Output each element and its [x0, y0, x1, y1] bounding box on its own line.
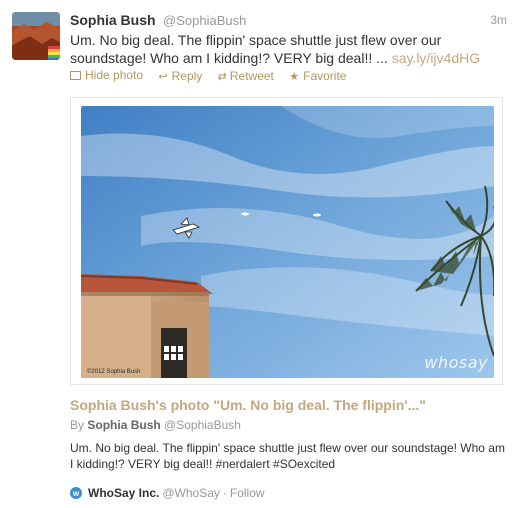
hide-photo-label: Hide photo	[85, 68, 144, 82]
display-name[interactable]: Sophia Bush	[70, 12, 156, 28]
card-author-name[interactable]: Sophia Bush	[87, 418, 160, 432]
reply-button[interactable]: ↩ Reply	[158, 69, 202, 83]
card-byline: By Sophia Bush @SophiaBush	[70, 418, 241, 432]
tweet-actions: Hide photo ↩ Reply ⇄ Retweet ★ Favorite	[70, 68, 358, 83]
whosay-icon: w	[70, 487, 82, 499]
hide-photo-button[interactable]: Hide photo	[70, 68, 143, 82]
timestamp[interactable]: 3m	[490, 13, 507, 27]
whosay-watermark: whosay	[424, 353, 488, 372]
card-author-handle[interactable]: @SophiaBush	[164, 418, 241, 432]
avatar[interactable]	[12, 12, 60, 60]
tweet-photo[interactable]: ©2012 Sophia Bush whosay	[81, 106, 494, 378]
favorite-button[interactable]: ★ Favorite	[289, 69, 346, 83]
tweet-link[interactable]: say.ly/ijv4dHG	[392, 50, 480, 66]
card-footer: w WhoSay Inc. @WhoSay · Follow	[70, 486, 265, 500]
by-label: By	[70, 418, 85, 432]
follow-link[interactable]: Follow	[230, 486, 265, 500]
favorite-label: Favorite	[303, 69, 347, 83]
star-icon: ★	[289, 70, 300, 83]
retweet-button[interactable]: ⇄ Retweet	[218, 69, 274, 83]
tweet-text: Um. No big deal. The flippin' space shut…	[70, 31, 510, 67]
photo-icon	[70, 70, 81, 80]
tweet-body: Um. No big deal. The flippin' space shut…	[70, 32, 442, 66]
site-name[interactable]: WhoSay Inc.	[88, 486, 159, 500]
photo-copyright: ©2012 Sophia Bush	[87, 369, 141, 375]
reply-arrow-icon: ↩	[158, 70, 168, 83]
separator-dot: ·	[222, 486, 227, 500]
card-title[interactable]: Sophia Bush's photo "Um. No big deal. Th…	[70, 397, 426, 413]
photo-frame: ©2012 Sophia Bush whosay	[70, 97, 503, 385]
site-handle[interactable]: @WhoSay	[162, 486, 220, 500]
card-description: Um. No big deal. The flippin' space shut…	[70, 441, 505, 471]
retweet-label: Retweet	[229, 69, 274, 83]
tweet-header: Sophia Bush @SophiaBush 3m	[70, 12, 507, 30]
user-handle[interactable]: @SophiaBush	[163, 13, 246, 28]
retweet-icon: ⇄	[217, 70, 227, 83]
reply-label: Reply	[171, 69, 203, 83]
